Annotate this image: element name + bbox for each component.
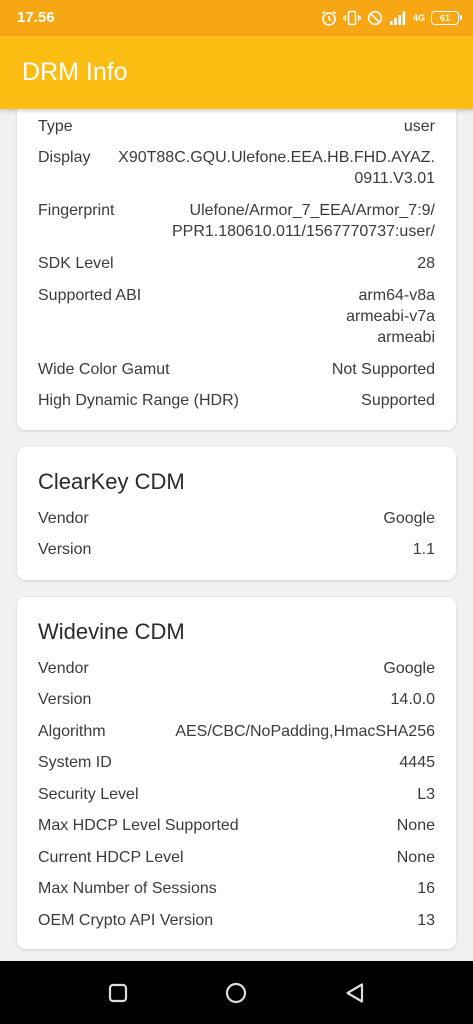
network-type: 4G [412, 12, 425, 23]
back-button[interactable] [341, 979, 369, 1007]
home-button[interactable] [222, 979, 250, 1007]
row-value: arm64-v8a armeabi-v7a armeabi [346, 287, 435, 346]
info-row-display: Display X90T88C.GQU.Ulefone.EEA.HB.FHD.A… [38, 147, 435, 189]
row-label: Current HDCP Level [38, 849, 184, 866]
info-row-security-level: Security Level L3 [38, 784, 435, 805]
card-title: ClearKey CDM [38, 469, 185, 494]
row-label: Fingerprint [38, 202, 115, 219]
row-label: OEM Crypto API Version [38, 912, 214, 929]
do-not-disturb-icon [367, 10, 383, 26]
row-value: X90T88C.GQU.Ulefone.EEA.HB.FHD.AYAZ. 091… [118, 149, 435, 187]
info-row-version: Version 14.0.0 [38, 689, 435, 710]
row-value: L3 [417, 786, 435, 803]
info-row-fingerprint: Fingerprint Ulefone/Armor_7_EEA/Armor_7:… [38, 200, 435, 242]
info-row-max-sessions: Max Number of Sessions 16 [38, 878, 435, 899]
info-row-type: Type user [38, 116, 435, 137]
row-value: Google [383, 660, 435, 677]
row-label: Vendor [38, 660, 89, 677]
device-info-card: Type user Display X90T88C.GQU.Ulefone.EE… [17, 109, 456, 430]
row-value: 16 [417, 880, 435, 897]
info-row-max-hdcp-level: Max HDCP Level Supported None [38, 815, 435, 836]
status-icons: 4G 61 [321, 8, 462, 28]
navigation-bar [0, 961, 473, 1024]
row-label: Version [38, 541, 92, 558]
app-title: DRM Info [22, 58, 128, 86]
home-icon [225, 982, 247, 1004]
battery-level: 61 [439, 13, 450, 23]
status-bar: 17.56 4G 61 [0, 0, 473, 36]
row-value: 14.0.0 [390, 691, 435, 708]
row-label: Wide Color Gamut [38, 361, 170, 378]
app-bar: DRM Info [0, 36, 473, 109]
content-scroll[interactable]: Type user Display X90T88C.GQU.Ulefone.EE… [0, 109, 473, 961]
signal-icon [389, 11, 406, 25]
row-value: 1.1 [412, 541, 435, 558]
row-label: System ID [38, 754, 112, 771]
row-label: Display [38, 149, 91, 166]
row-value: Supported [361, 392, 435, 409]
row-value: user [403, 118, 435, 135]
row-label: SDK Level [38, 255, 114, 272]
row-value: 4445 [399, 754, 435, 771]
info-row-algorithm: Algorithm AES/CBC/NoPadding,HmacSHA256 [38, 721, 435, 742]
back-icon [346, 983, 364, 1003]
row-label: Max Number of Sessions [38, 880, 217, 897]
card-title: Widevine CDM [38, 619, 185, 644]
vibrate-icon [343, 10, 361, 26]
info-row-supported-abi: Supported ABI arm64-v8a armeabi-v7a arme… [38, 285, 435, 348]
row-label: Supported ABI [38, 287, 142, 304]
row-label: Version [38, 691, 92, 708]
info-row-oem-crypto-api-version: OEM Crypto API Version 13 [38, 910, 435, 931]
info-row-wide-color-gamut: Wide Color Gamut Not Supported [38, 359, 435, 380]
info-row-sdk-level: SDK Level 28 [38, 253, 435, 274]
row-label: Security Level [38, 786, 139, 803]
info-row-system-id: System ID 4445 [38, 752, 435, 773]
info-row-version: Version 1.1 [38, 539, 435, 560]
row-label: High Dynamic Range (HDR) [38, 392, 239, 409]
battery-icon: 61 [431, 11, 462, 25]
alarm-icon [322, 10, 336, 26]
row-value: Not Supported [331, 361, 435, 378]
widevine-cdm-card: Widevine CDM Vendor Google Version 14.0.… [17, 597, 456, 949]
row-value: 28 [417, 255, 435, 272]
row-value: AES/CBC/NoPadding,HmacSHA256 [175, 723, 435, 740]
row-value: Google [383, 510, 435, 527]
clearkey-cdm-card: ClearKey CDM Vendor Google Version 1.1 [17, 447, 456, 580]
status-time: 17.56 [17, 9, 55, 26]
info-row-current-hdcp-level: Current HDCP Level None [38, 847, 435, 868]
row-label: Vendor [38, 510, 89, 527]
row-label: Algorithm [38, 723, 106, 740]
row-label: Type [38, 118, 73, 135]
info-row-vendor: Vendor Google [38, 658, 435, 679]
info-row-vendor: Vendor Google [38, 508, 435, 529]
row-value: 13 [417, 912, 435, 929]
row-value: None [396, 817, 435, 834]
row-value: None [396, 849, 435, 866]
row-label: Max HDCP Level Supported [38, 817, 239, 834]
row-value: Ulefone/Armor_7_EEA/Armor_7:9/ PPR1.1806… [171, 202, 435, 240]
info-row-hdr: High Dynamic Range (HDR) Supported [38, 390, 435, 411]
recents-button[interactable] [104, 979, 132, 1007]
recents-icon [108, 983, 128, 1003]
